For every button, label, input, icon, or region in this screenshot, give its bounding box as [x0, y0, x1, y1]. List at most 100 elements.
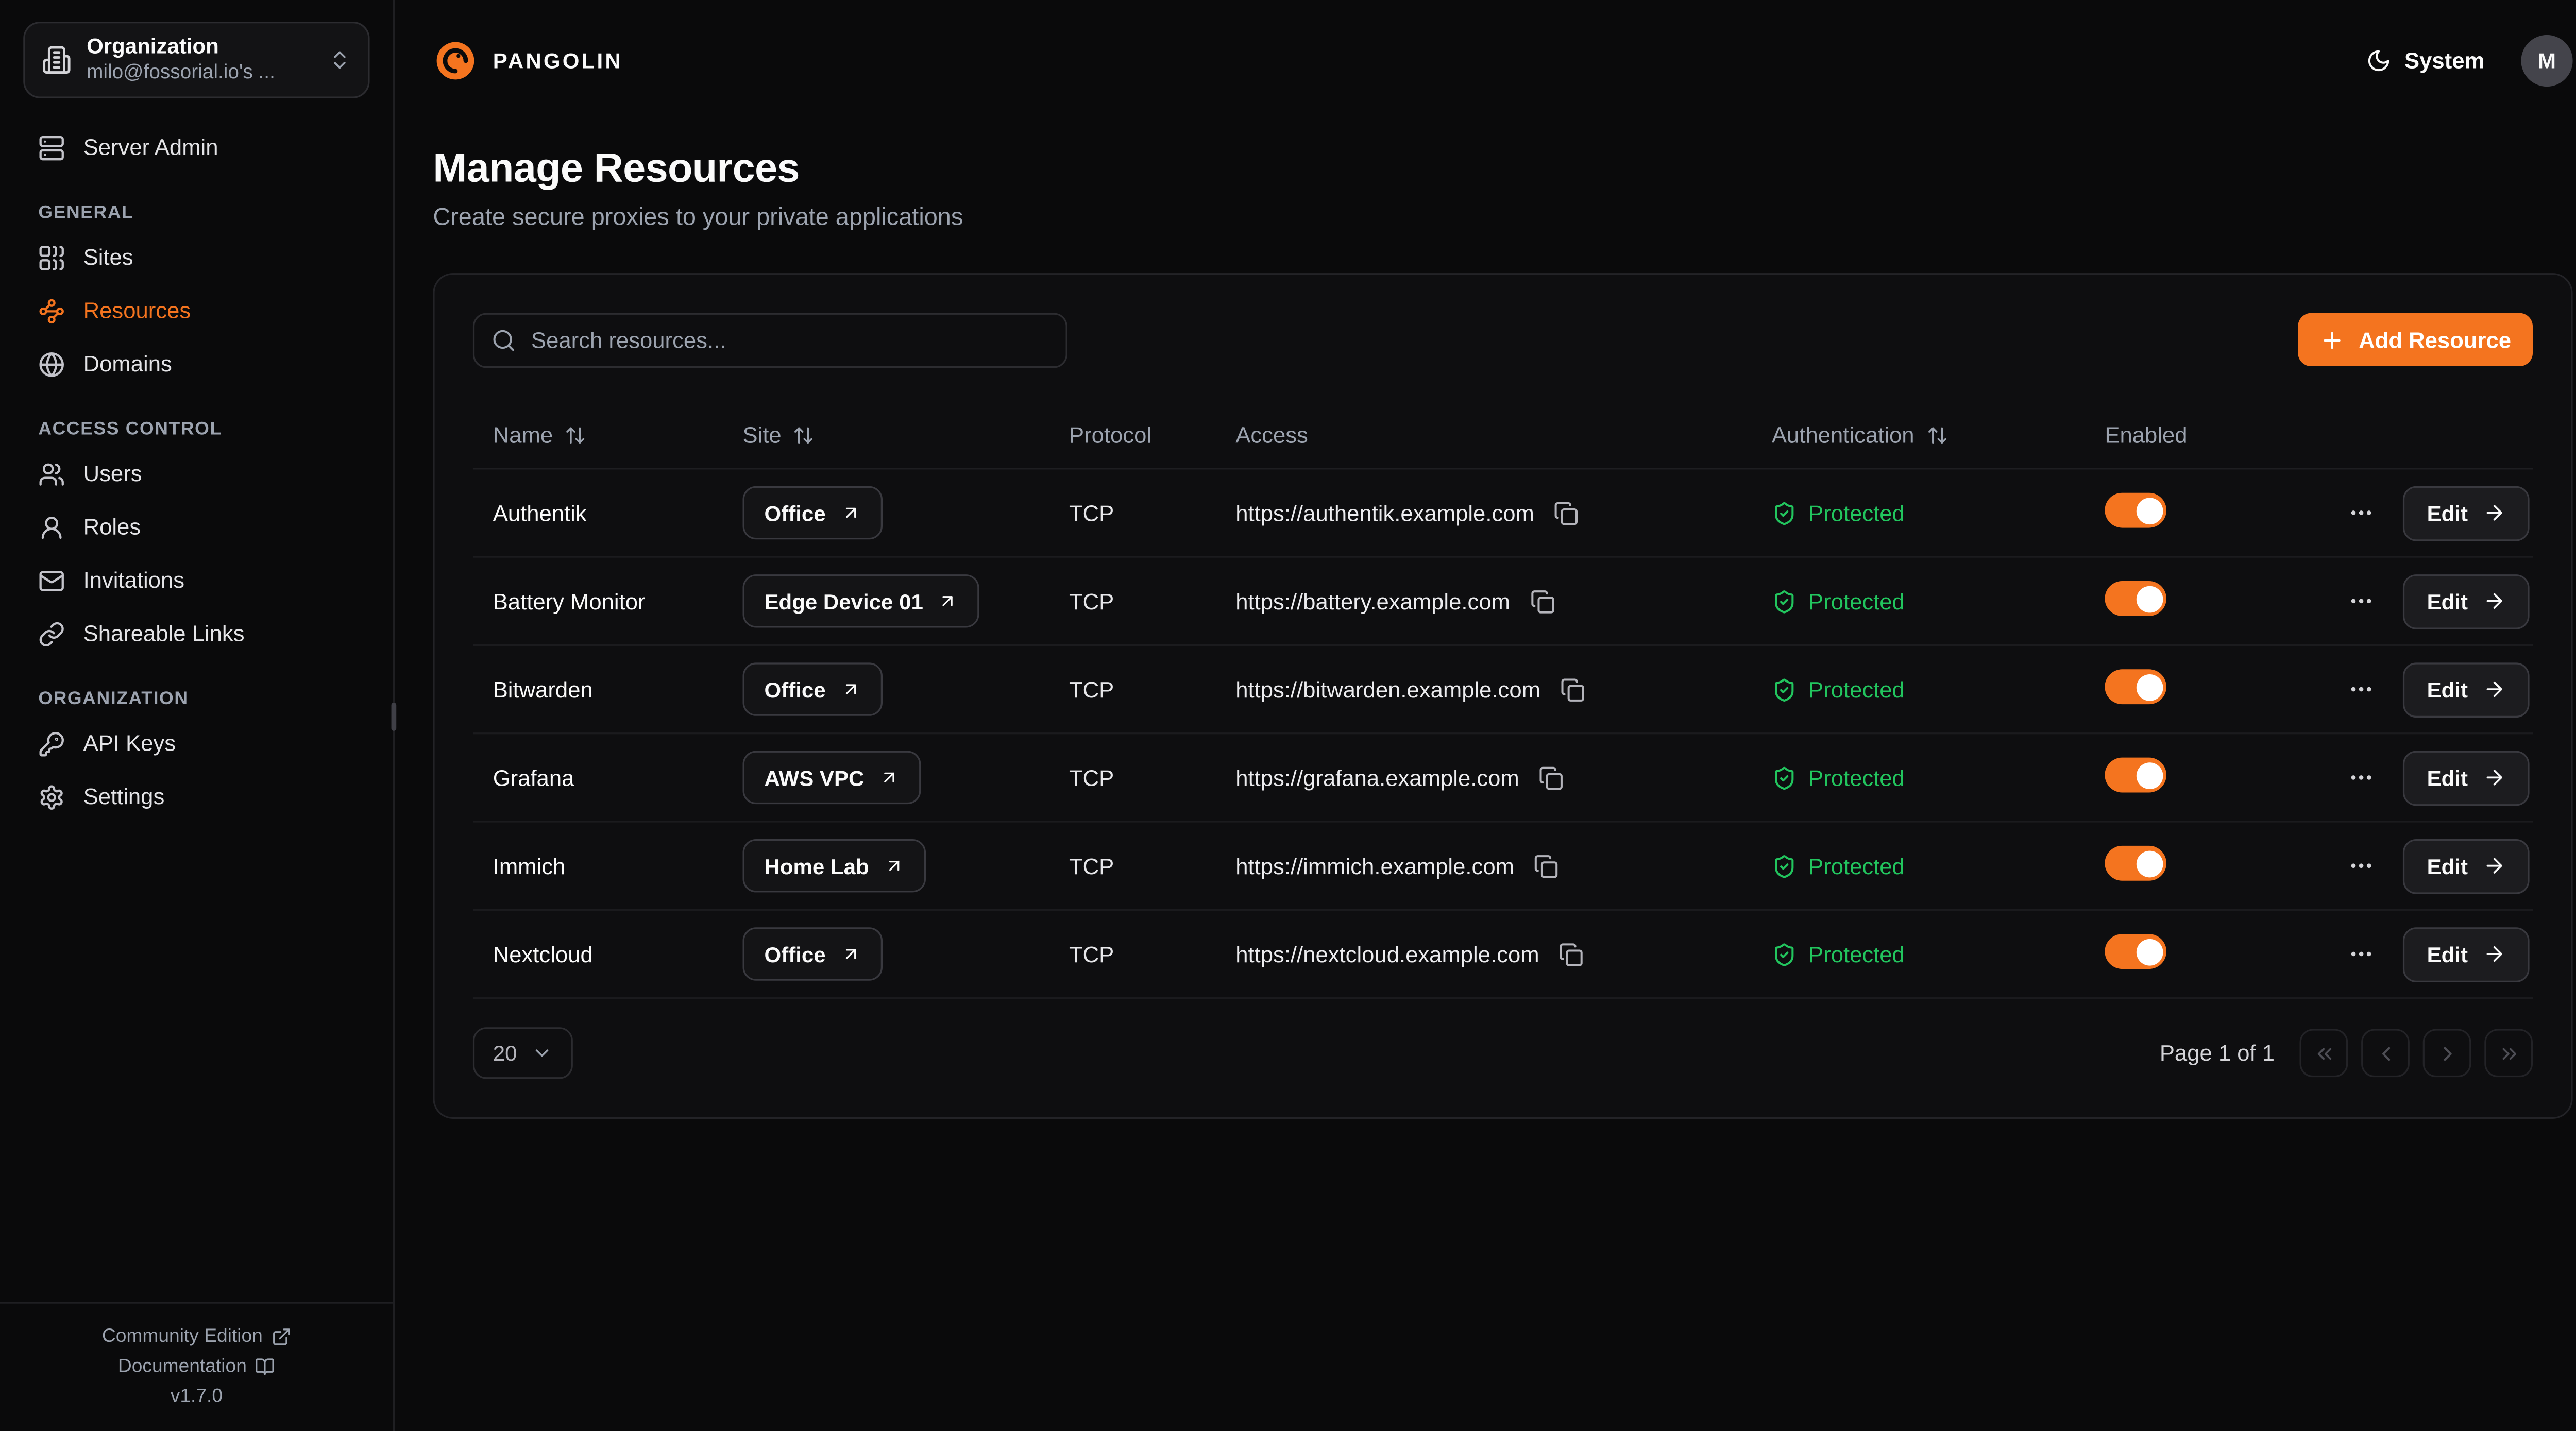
edit-button[interactable]: Edit — [2403, 573, 2529, 628]
sidebar-item-server-admin[interactable]: Server Admin — [23, 121, 369, 174]
theme-toggle[interactable]: System — [2366, 48, 2485, 73]
page-size-select[interactable]: 20 — [473, 1027, 573, 1079]
access-url: https://bitwarden.example.com — [1235, 677, 1540, 702]
arrow-right-icon — [2483, 766, 2506, 789]
shield-check-icon — [1772, 589, 1797, 614]
row-menu-button[interactable] — [2342, 493, 2382, 533]
site-link-button[interactable]: Edge Device 01 — [743, 574, 980, 627]
sidebar-item-users[interactable]: Users — [23, 448, 369, 501]
gear-icon — [38, 784, 65, 811]
version-label: v1.7.0 — [0, 1381, 393, 1411]
enabled-toggle[interactable] — [2105, 581, 2166, 616]
row-menu-button[interactable] — [2342, 846, 2382, 886]
last-page-button[interactable] — [2484, 1029, 2533, 1077]
site-name: Office — [765, 500, 826, 525]
organization-title: Organization — [87, 33, 313, 61]
next-page-button[interactable] — [2423, 1029, 2471, 1077]
first-page-button[interactable] — [2300, 1029, 2348, 1077]
mail-icon — [38, 568, 65, 594]
sidebar-item-roles[interactable]: Roles — [23, 501, 369, 554]
sidebar: Organization milo@fossorial.io's ... Ser… — [0, 0, 395, 1431]
sidebar-item-shareable-links[interactable]: Shareable Links — [23, 607, 369, 660]
add-resource-button[interactable]: Add Resource — [2299, 313, 2533, 366]
arrow-up-right-icon — [938, 591, 958, 611]
resource-name: Authentik — [473, 500, 723, 525]
main-content: PANGOLIN System M Manage Resources Creat… — [395, 0, 2576, 1431]
section-label-general: GENERAL — [38, 203, 354, 223]
row-menu-button[interactable] — [2342, 669, 2382, 709]
column-header-site[interactable]: Site — [723, 422, 1049, 447]
chevrons-up-down-icon — [328, 48, 351, 71]
edit-button[interactable]: Edit — [2403, 927, 2529, 982]
copy-url-button[interactable] — [1551, 497, 1582, 529]
sidebar-item-label: Resources — [83, 299, 191, 323]
organization-selector[interactable]: Organization milo@fossorial.io's ... — [23, 22, 369, 98]
documentation-link[interactable]: Documentation — [0, 1351, 393, 1381]
ellipsis-icon — [2349, 588, 2376, 615]
row-menu-button[interactable] — [2342, 934, 2382, 974]
ellipsis-icon — [2349, 676, 2376, 703]
community-edition-link[interactable]: Community Edition — [0, 1321, 393, 1351]
edit-label: Edit — [2427, 677, 2468, 702]
copy-url-button[interactable] — [1556, 938, 1587, 969]
search-box — [473, 313, 1067, 368]
site-link-button[interactable]: Office — [743, 662, 883, 716]
sidebar-resize-handle[interactable] — [392, 703, 397, 731]
enabled-toggle[interactable] — [2105, 934, 2166, 969]
site-link-button[interactable]: Home Lab — [743, 839, 926, 892]
edit-button[interactable]: Edit — [2403, 662, 2529, 717]
auth-status-label: Protected — [1808, 853, 1905, 878]
auth-status: Protected — [1752, 765, 2084, 790]
sidebar-item-domains[interactable]: Domains — [23, 338, 369, 391]
sidebar-item-label: Sites — [83, 245, 133, 270]
sidebar-item-api-keys[interactable]: API Keys — [23, 718, 369, 771]
site-link-button[interactable]: AWS VPC — [743, 751, 921, 804]
sidebar-item-label: Invitations — [83, 568, 185, 593]
table-header: Name Site Protocol Access Authentication… — [473, 401, 2533, 470]
pager-buttons — [2300, 1029, 2533, 1077]
copy-icon — [1554, 500, 1579, 525]
organization-subtitle: milo@fossorial.io's ... — [87, 60, 313, 86]
sidebar-item-settings[interactable]: Settings — [23, 771, 369, 824]
sidebar-item-invitations[interactable]: Invitations — [23, 554, 369, 607]
ellipsis-icon — [2349, 764, 2376, 791]
site-link-button[interactable]: Office — [743, 927, 883, 980]
chevrons-left-icon — [2312, 1042, 2335, 1065]
page-head: Manage Resources Create secure proxies t… — [433, 146, 2572, 231]
app-window: Organization milo@fossorial.io's ... Ser… — [0, 0, 2576, 1431]
access-url: https://nextcloud.example.com — [1235, 942, 1539, 966]
enabled-toggle[interactable] — [2105, 669, 2166, 704]
copy-url-button[interactable] — [1557, 673, 1588, 705]
auth-status: Protected — [1752, 589, 2084, 614]
server-icon — [38, 134, 65, 161]
column-header-protocol: Protocol — [1049, 422, 1215, 447]
sidebar-item-sites[interactable]: Sites — [23, 231, 369, 284]
row-menu-button[interactable] — [2342, 758, 2382, 798]
search-input[interactable] — [473, 313, 1067, 368]
site-name: Edge Device 01 — [765, 589, 923, 614]
edit-button[interactable]: Edit — [2403, 750, 2529, 805]
column-header-authentication[interactable]: Authentication — [1752, 422, 2084, 447]
edit-label: Edit — [2427, 589, 2468, 614]
copy-url-button[interactable] — [1536, 762, 1567, 793]
enabled-toggle[interactable] — [2105, 493, 2166, 528]
topbar-right: System M — [2366, 35, 2573, 87]
previous-page-button[interactable] — [2361, 1029, 2410, 1077]
arrow-up-right-icon — [841, 679, 861, 700]
edit-button[interactable]: Edit — [2403, 485, 2529, 540]
sidebar-item-label: API Keys — [83, 731, 176, 756]
column-header-name[interactable]: Name — [473, 422, 723, 447]
edit-button[interactable]: Edit — [2403, 838, 2529, 893]
avatar[interactable]: M — [2521, 35, 2572, 87]
table-row: Nextcloud Office TCP https://nextcloud.e… — [473, 911, 2533, 999]
site-link-button[interactable]: Office — [743, 486, 883, 539]
row-menu-button[interactable] — [2342, 581, 2382, 621]
shield-check-icon — [1772, 500, 1797, 525]
site-name: AWS VPC — [765, 765, 865, 790]
copy-url-button[interactable] — [1531, 850, 1562, 881]
book-open-icon — [255, 1356, 275, 1376]
enabled-toggle[interactable] — [2105, 846, 2166, 881]
sidebar-item-resources[interactable]: Resources — [23, 284, 369, 337]
enabled-toggle[interactable] — [2105, 758, 2166, 793]
copy-url-button[interactable] — [1527, 585, 1558, 617]
